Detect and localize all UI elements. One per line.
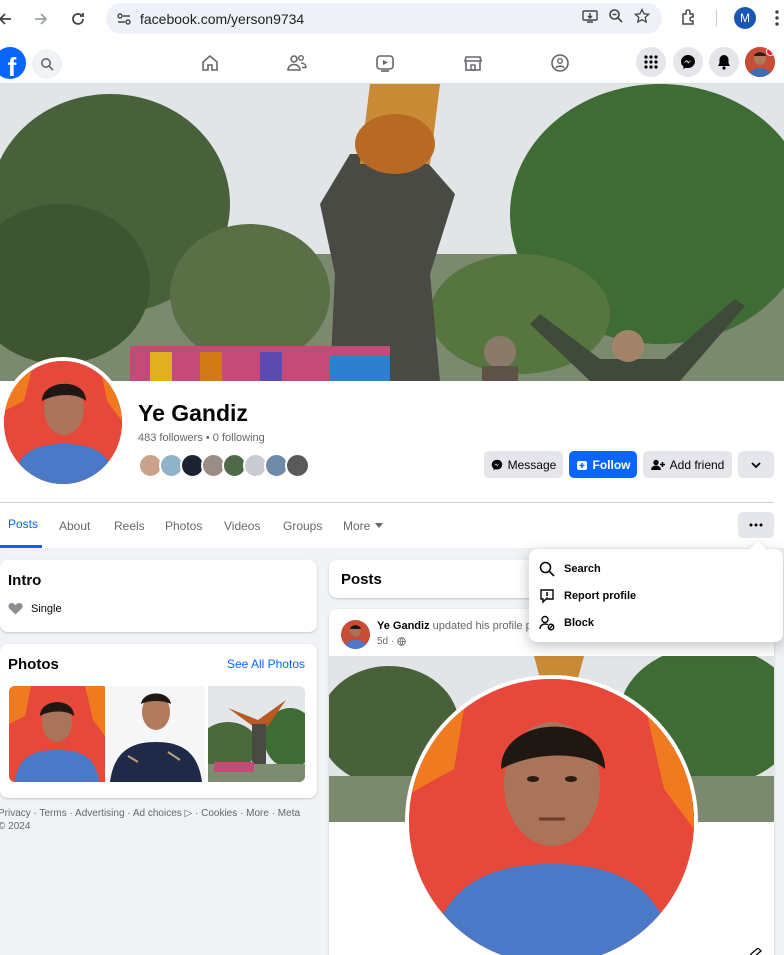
message-button-label: Message [507, 457, 557, 472]
tab-about[interactable]: About [59, 503, 90, 548]
reload-icon[interactable] [63, 4, 93, 34]
site-info-icon[interactable] [116, 11, 132, 27]
facebook-top-nav: f [0, 38, 784, 84]
report-icon [540, 589, 554, 604]
photos-title: Photos [8, 656, 59, 673]
tab-groups[interactable]: Groups [283, 503, 322, 548]
back-icon[interactable] [0, 4, 20, 34]
friend-avatar[interactable] [285, 453, 310, 478]
ellipsis-icon [749, 523, 763, 527]
photo-thumbnail[interactable] [208, 686, 305, 782]
notifications-icon[interactable] [709, 47, 739, 77]
intro-card: Intro Single [0, 560, 317, 632]
photo-thumbnail[interactable] [9, 686, 105, 782]
chevron-down-icon [751, 461, 761, 468]
follow-button-label: Follow [592, 457, 631, 472]
browser-profile-avatar[interactable]: M [734, 7, 756, 29]
install-app-icon[interactable] [582, 8, 598, 29]
intro-title: Intro [8, 572, 42, 589]
add-friend-button[interactable]: Add friend [643, 451, 732, 478]
menu-item-report-profile[interactable]: Report profile [539, 585, 636, 607]
cover-photo[interactable] [0, 84, 784, 381]
post-header-text: Ye Gandiz updated his profile p [377, 620, 532, 632]
add-friend-icon [650, 459, 665, 470]
add-friend-button-label: Add friend [669, 457, 725, 472]
tab-reels[interactable]: Reels [114, 503, 145, 548]
more-options-menu: Search Report profile Block [529, 540, 783, 642]
marketplace-icon[interactable] [459, 50, 487, 76]
menu-grid-icon[interactable] [636, 47, 666, 77]
account-avatar[interactable] [745, 47, 775, 77]
tab-videos[interactable]: Videos [224, 503, 260, 548]
messenger-icon[interactable] [673, 47, 703, 77]
bookmark-star-icon[interactable] [633, 7, 651, 29]
block-user-icon [539, 615, 555, 631]
message-button[interactable]: Message [484, 451, 563, 478]
zoom-icon[interactable] [608, 8, 624, 29]
address-bar[interactable]: facebook.com/yerson9734 [106, 3, 662, 34]
profile-name: Ye Gandiz [138, 400, 248, 426]
more-options-button[interactable] [738, 512, 774, 538]
edit-icon[interactable] [748, 945, 762, 955]
url-text: facebook.com/yerson9734 [140, 10, 305, 27]
menu-item-search[interactable]: Search [539, 558, 601, 580]
mutual-friends-avatars[interactable] [138, 453, 310, 479]
heart-icon [8, 603, 23, 615]
caret-down-icon [375, 522, 384, 528]
see-all-photos-link[interactable]: See All Photos [227, 657, 305, 671]
search-icon[interactable] [32, 49, 62, 79]
follower-stats[interactable]: 483 followers • 0 following [138, 432, 265, 444]
tab-photos[interactable]: Photos [165, 503, 202, 548]
post-action-text: updated his profile p [432, 620, 532, 632]
post-author-name[interactable]: Ye Gandiz [377, 620, 430, 632]
post-author-avatar[interactable] [341, 620, 370, 649]
post-meta: 5d · [377, 636, 407, 647]
toolbar-separator [716, 10, 717, 26]
tab-more[interactable]: More [343, 503, 384, 548]
groups-icon[interactable] [546, 50, 574, 76]
friends-icon[interactable] [283, 50, 311, 76]
globe-icon [397, 637, 407, 646]
profile-picture[interactable] [0, 357, 126, 488]
home-icon[interactable] [196, 50, 224, 76]
photo-thumbnail[interactable] [108, 686, 205, 782]
forward-icon[interactable] [26, 4, 56, 34]
follow-icon [576, 460, 587, 470]
post-time[interactable]: 5d [377, 636, 388, 647]
relationship-row: Single [8, 602, 62, 615]
footer-links[interactable]: Privacy · Terms · Advertising · Ad choic… [0, 807, 308, 833]
facebook-logo[interactable]: f [0, 47, 26, 79]
follow-button[interactable]: Follow [569, 451, 637, 478]
relationship-status: Single [31, 602, 62, 615]
menu-item-block[interactable]: Block [539, 612, 594, 634]
notification-dot [766, 47, 775, 56]
extensions-icon[interactable] [680, 8, 698, 31]
profile-options-dropdown[interactable] [738, 451, 774, 478]
tab-posts[interactable]: Posts [0, 503, 42, 548]
photos-card: Photos See All Photos [0, 644, 317, 798]
messenger-icon [491, 459, 502, 470]
browser-toolbar: facebook.com/yerson9734 M [0, 0, 784, 38]
browser-menu-icon[interactable] [774, 9, 780, 32]
posts-title: Posts [341, 571, 382, 588]
video-icon[interactable] [371, 50, 399, 76]
profile-picture-preview[interactable] [405, 675, 698, 955]
search-icon [539, 561, 555, 577]
